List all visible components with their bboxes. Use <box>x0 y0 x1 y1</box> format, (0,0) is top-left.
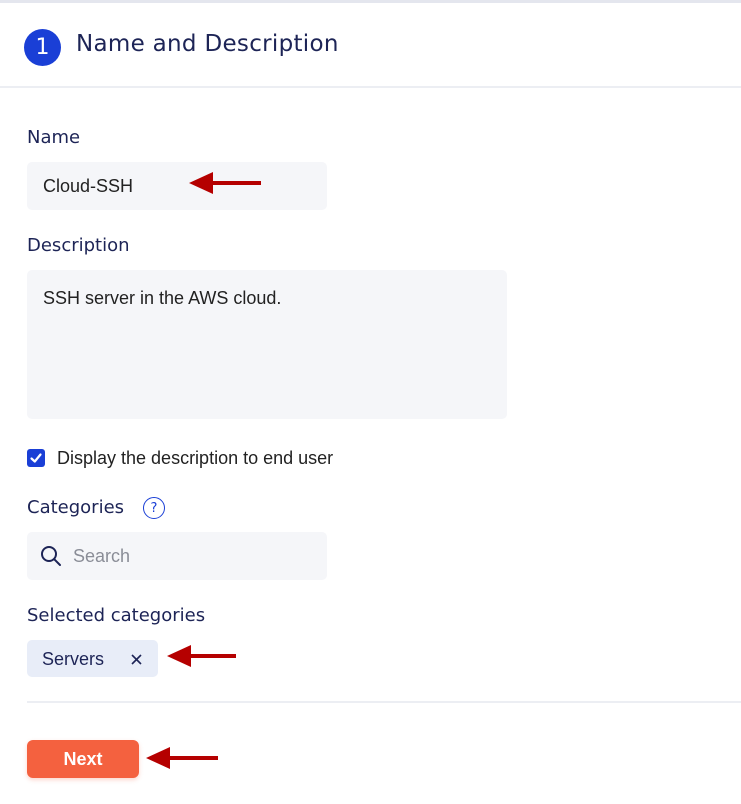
description-label: Description <box>27 235 130 256</box>
checkmark-icon <box>30 453 42 463</box>
annotation-arrow-chip <box>167 645 236 667</box>
next-button[interactable]: Next <box>27 740 139 778</box>
step-header: 1 Name and Description <box>0 3 741 88</box>
category-chip: Servers <box>27 640 158 677</box>
step-title: Name and Description <box>76 31 339 57</box>
form-page: 1 Name and Description Name Cloud-SSH De… <box>0 0 741 804</box>
display-description-checkbox[interactable] <box>27 449 45 467</box>
category-search-input[interactable]: Search <box>27 532 327 580</box>
categories-label: Categories <box>27 497 125 518</box>
divider <box>27 701 741 703</box>
name-label: Name <box>27 127 81 148</box>
annotation-arrow-name <box>189 172 261 194</box>
name-input-value: Cloud-SSH <box>43 176 134 196</box>
annotation-arrow-next <box>146 747 218 769</box>
close-icon[interactable] <box>128 650 146 668</box>
question-circle-icon[interactable]: ? <box>143 497 165 519</box>
chip-label: Servers <box>42 649 105 669</box>
step-number-badge: 1 <box>24 29 61 66</box>
search-icon <box>41 546 61 566</box>
name-input[interactable]: Cloud-SSH <box>27 162 327 210</box>
display-description-label: Display the description to end user <box>57 448 334 468</box>
description-textarea[interactable]: SSH server in the AWS cloud. <box>27 270 507 419</box>
search-placeholder: Search <box>73 546 131 566</box>
description-textarea-value: SSH server in the AWS cloud. <box>43 288 282 308</box>
selected-categories-label: Selected categories <box>27 605 206 626</box>
